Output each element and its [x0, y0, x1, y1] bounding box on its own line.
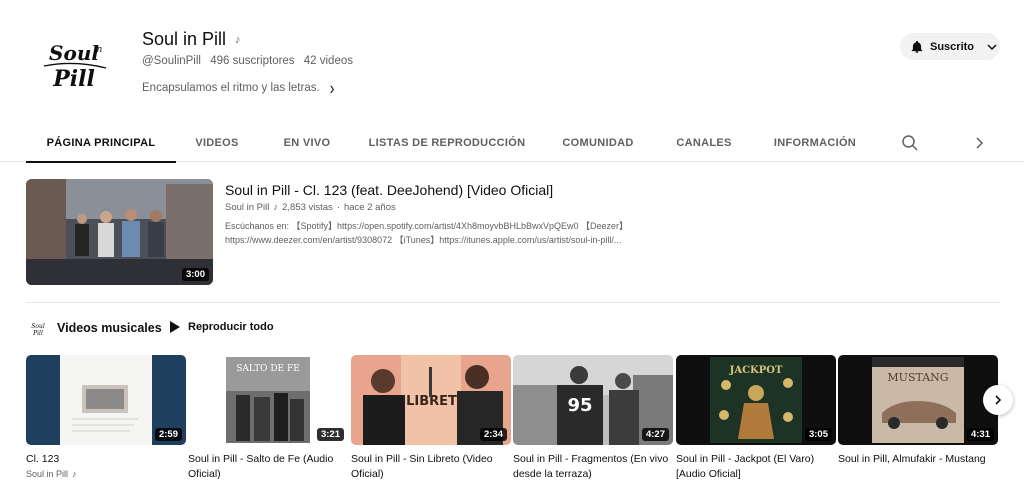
video-title[interactable]: Soul in Pill - Salto de Fe (Audio Oficia…: [188, 452, 348, 482]
music-note-icon: ♪: [72, 469, 77, 479]
channel-description[interactable]: Encapsulamos el ritmo y las letras. ›: [142, 77, 335, 99]
video-duration: 2:34: [479, 428, 507, 441]
channel-handle: @SoulinPill: [142, 55, 201, 67]
subscribe-label: Suscrito: [930, 40, 975, 53]
video-card[interactable]: LIBRETO 2:34 Soul in Pill - Sin Libreto …: [351, 355, 511, 482]
video-thumbnail[interactable]: LIBRETO 2:34: [351, 355, 511, 445]
featured-video-thumbnail[interactable]: 3:00: [26, 179, 213, 285]
section-title[interactable]: Videos musicales: [57, 321, 162, 335]
thumbnail-text: JACKPOT: [729, 365, 783, 376]
channel-tabs: PÁGINA PRINCIPAL VIDEOS EN VIVO LISTAS D…: [0, 124, 1024, 163]
video-thumbnail[interactable]: JACKPOT 3:05: [676, 355, 836, 445]
svg-text:Pill: Pill: [52, 66, 95, 92]
play-icon: [170, 321, 180, 333]
svg-text:Soul: Soul: [31, 323, 45, 330]
thumbnail-text: 95: [567, 395, 592, 416]
video-count: 42 videos: [303, 55, 353, 67]
search-icon[interactable]: [901, 134, 919, 152]
subscriber-count: 496 suscriptores: [210, 55, 295, 67]
tab-listas-de-reproduccion[interactable]: LISTAS DE REPRODUCCIÓN: [366, 124, 528, 162]
video-thumbnail[interactable]: 2:59: [26, 355, 186, 445]
music-note-icon: ♪: [235, 33, 241, 46]
featured-video-views: 2,853 vistas: [282, 202, 333, 213]
channel-avatar-small: Soul Pill: [31, 323, 45, 337]
shelf-next-button[interactable]: [983, 385, 1013, 415]
video-duration: 3:00: [181, 268, 209, 281]
section-divider: [26, 302, 1000, 303]
featured-description-line: https://www.deezer.com/en/artist/9308072…: [225, 234, 622, 245]
play-all-button[interactable]: Reproducir todo: [170, 321, 274, 333]
video-duration: 2:59: [154, 428, 182, 441]
featured-video-description[interactable]: Escúchanos en: 【Spotify】https://open.spo…: [225, 220, 655, 247]
tab-informacion[interactable]: INFORMACIÓN: [766, 124, 864, 162]
featured-video-title[interactable]: Soul in Pill - Cl. 123 (feat. DeeJohend)…: [225, 182, 553, 198]
video-thumbnail[interactable]: MUSTANG 4:31: [838, 355, 998, 445]
music-note-icon: ♪: [273, 202, 279, 213]
featured-video-channel[interactable]: Soul in Pill: [225, 202, 269, 213]
video-card[interactable]: JACKPOT 3:05 Soul in Pill - Jackpot (El …: [676, 355, 836, 482]
subscribe-button[interactable]: Suscrito: [900, 33, 1000, 60]
video-card[interactable]: 2:59 Cl. 123 Soul in Pill ♪: [26, 355, 186, 479]
svg-text:Soul: Soul: [49, 41, 99, 65]
tab-en-vivo[interactable]: EN VIVO: [272, 124, 342, 162]
separator-dot: ·: [336, 202, 340, 213]
video-title[interactable]: Soul in Pill - Sin Libreto (Video Oficia…: [351, 452, 511, 482]
featured-video-meta: Soul in Pill ♪ 2,853 vistas · hace 2 año…: [225, 202, 396, 213]
video-title[interactable]: Cl. 123: [26, 452, 186, 467]
svg-text:in: in: [94, 45, 103, 55]
video-card[interactable]: MUSTANG 4:31 Soul in Pill, Almufakir - M…: [838, 355, 998, 467]
video-channel-name[interactable]: Soul in Pill: [26, 469, 68, 479]
video-title[interactable]: Soul in Pill - Jackpot (El Varo) [Audio …: [676, 452, 836, 482]
play-all-label: Reproducir todo: [188, 321, 274, 333]
video-channel: Soul in Pill ♪: [26, 469, 186, 479]
chevron-right-icon: ›: [329, 77, 335, 99]
channel-name: Soul in Pill ♪: [142, 29, 241, 50]
tab-pagina-principal[interactable]: PÁGINA PRINCIPAL: [26, 124, 176, 163]
video-card[interactable]: SALTO DE FE 3:21 Soul in Pill - Salto de…: [188, 355, 348, 482]
video-thumbnail[interactable]: 95 4:27: [513, 355, 673, 445]
channel-logo: Soul in Pill: [43, 41, 107, 92]
bell-icon: [911, 40, 923, 53]
video-title[interactable]: Soul in Pill - Fragmentos (En vivo desde…: [513, 452, 673, 482]
video-duration: 4:31: [966, 428, 994, 441]
chevron-right-icon[interactable]: [972, 134, 988, 152]
video-card[interactable]: 95 4:27 Soul in Pill - Fragmentos (En vi…: [513, 355, 673, 482]
video-title[interactable]: Soul in Pill, Almufakir - Mustang: [838, 452, 998, 467]
chevron-right-icon: [995, 395, 1002, 405]
video-duration: 3:21: [316, 428, 344, 441]
featured-description-line: Escúchanos en: 【Spotify】https://open.spo…: [225, 221, 629, 231]
chevron-down-icon: [987, 43, 997, 50]
tab-videos[interactable]: VIDEOS: [183, 124, 251, 162]
featured-video-age: hace 2 años: [343, 202, 396, 213]
thumbnail-text: SALTO DE FE: [236, 364, 300, 374]
video-thumbnail[interactable]: SALTO DE FE 3:21: [188, 355, 348, 445]
tab-canales[interactable]: CANALES: [667, 124, 741, 162]
thumbnail-text: MUSTANG: [887, 371, 948, 384]
svg-text:Pill: Pill: [32, 330, 43, 337]
tab-comunidad[interactable]: COMUNIDAD: [552, 124, 644, 162]
video-duration: 3:05: [804, 428, 832, 441]
channel-name-text: Soul in Pill: [142, 29, 227, 49]
channel-meta: @SoulinPill 496 suscriptores 42 videos: [142, 55, 353, 67]
video-duration: 4:27: [641, 428, 669, 441]
channel-description-text: Encapsulamos el ritmo y las letras.: [142, 82, 320, 94]
